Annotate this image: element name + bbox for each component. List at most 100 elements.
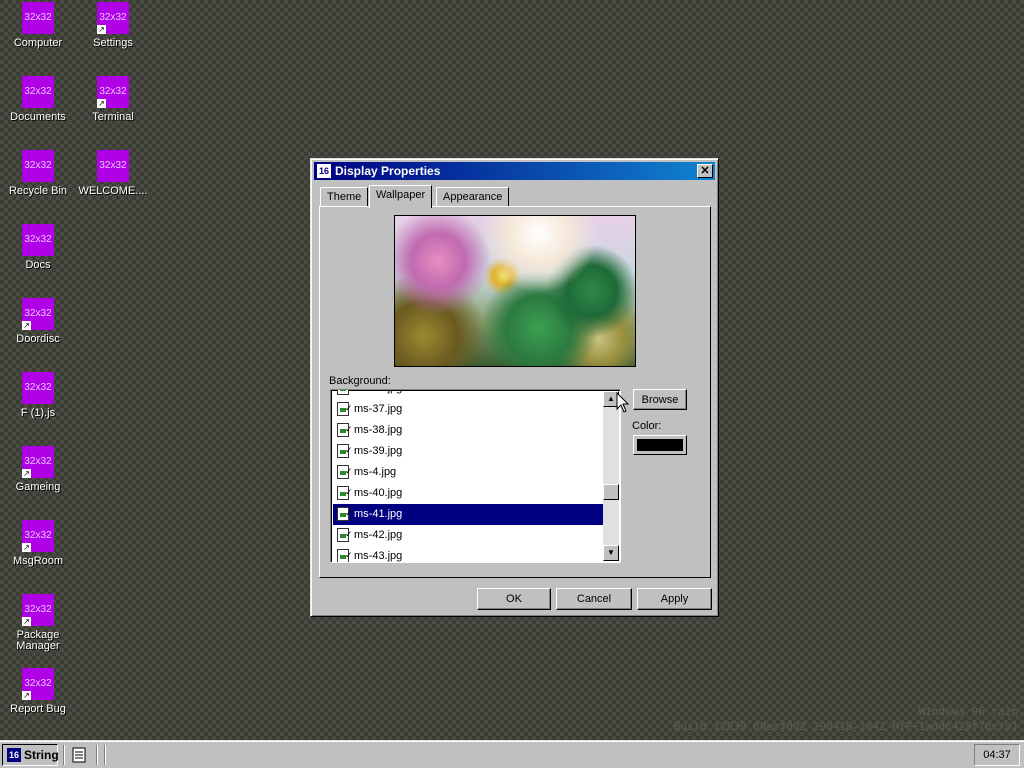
- vertical-scrollbar[interactable]: ▲ ▼: [603, 391, 619, 561]
- desktop-icon-documents[interactable]: 32x32 Documents: [1, 76, 75, 123]
- scroll-down-button[interactable]: ▼: [603, 545, 619, 561]
- apply-button[interactable]: Apply: [637, 588, 712, 610]
- desktop-icon-msgroom[interactable]: 32x32 ↗ MsgRoom: [1, 520, 75, 567]
- close-button[interactable]: ✕: [697, 164, 713, 178]
- desktop-icon-report-bug[interactable]: 32x32 ↗ Report Bug: [1, 668, 75, 715]
- file-name: ms-42.jpg: [354, 529, 403, 541]
- icon-placeholder-text: 32x32: [24, 308, 52, 319]
- list-item[interactable]: ms-4.jpg: [333, 461, 605, 483]
- desktop-icon-settings[interactable]: 32x32 ↗ Settings: [76, 2, 150, 49]
- notepad-quicklaunch-icon[interactable]: [71, 747, 87, 763]
- file-name: ms-39.jpg: [354, 445, 403, 457]
- mouse-cursor-icon: [616, 392, 630, 413]
- welcome-file-icon: 32x32: [97, 150, 129, 182]
- build-watermark-line2: Build 12839 88ecf092 290418-1942 HYP+1ad…: [673, 720, 1018, 733]
- start-button[interactable]: 16 String: [2, 744, 59, 766]
- desktop-icon-computer[interactable]: 32x32 Computer: [1, 2, 75, 49]
- desktop-icon-label: Computer: [13, 37, 63, 49]
- desktop-icon-label: Report Bug: [10, 703, 66, 715]
- image-file-icon: [337, 419, 353, 440]
- icon-placeholder-text: 32x32: [99, 86, 127, 97]
- list-item[interactable]: ms-39.jpg: [333, 440, 605, 462]
- taskbar-separator: [96, 745, 98, 765]
- file-name: ms-41.jpg: [354, 508, 403, 520]
- image-file-icon: [337, 524, 353, 545]
- icon-placeholder-text: 32x32: [99, 160, 127, 171]
- scroll-thumb[interactable]: [603, 484, 619, 500]
- cancel-button[interactable]: Cancel: [556, 588, 632, 610]
- desktop-icon-doordisc[interactable]: 32x32 ↗ Doordisc: [1, 298, 75, 345]
- notepad-icon: [72, 747, 86, 763]
- file-name: ms-40.jpg: [354, 487, 403, 499]
- recycle-bin-icon: 32x32: [22, 150, 54, 182]
- ok-button[interactable]: OK: [477, 588, 551, 610]
- file-name: ms-43.jpg: [354, 550, 403, 562]
- list-item[interactable]: ms-37.jpg: [333, 398, 605, 420]
- shortcut-arrow-icon: ↗: [22, 691, 31, 700]
- tab-appearance[interactable]: Appearance: [436, 187, 510, 207]
- desktop-icon-package-manager[interactable]: 32x32 ↗ Package Manager: [1, 594, 75, 652]
- desktop-icon-docs[interactable]: 32x32 Docs: [1, 224, 75, 271]
- image-file-icon: [337, 390, 353, 398]
- taskbar: 16 String 04:37: [0, 740, 1024, 768]
- background-label: Background:: [329, 375, 391, 387]
- image-file-icon: [337, 461, 353, 482]
- doordisc-icon: 32x32 ↗: [22, 298, 54, 330]
- shortcut-arrow-icon: ↗: [97, 25, 106, 34]
- list-item[interactable]: ms-43.jpg: [333, 545, 605, 562]
- terminal-icon: 32x32 ↗: [97, 76, 129, 108]
- tab-wallpaper[interactable]: Wallpaper: [369, 185, 433, 208]
- tab-theme[interactable]: Theme: [320, 187, 369, 207]
- taskbar-clock[interactable]: 04:37: [974, 744, 1020, 766]
- computer-icon: 32x32: [22, 2, 54, 34]
- build-watermark-line1: Windows 96 rain: [918, 705, 1018, 718]
- wallpaper-preview: [394, 215, 636, 367]
- background-file-list[interactable]: ms-36.jpg ms-37.jpg ms-38.jpg ms-39.jpg …: [330, 389, 621, 563]
- desktop-icon-label: Package Manager: [16, 629, 60, 652]
- shortcut-arrow-icon: ↗: [22, 617, 31, 626]
- image-file-icon: [337, 482, 353, 503]
- display-properties-window: 16 Display Properties ✕ Theme Wallpaper …: [310, 158, 719, 617]
- desktop-icon-terminal[interactable]: 32x32 ↗ Terminal: [76, 76, 150, 123]
- icon-placeholder-text: 32x32: [24, 234, 52, 245]
- image-file-icon: [337, 398, 353, 419]
- color-label: Color:: [632, 420, 662, 432]
- window-title: Display Properties: [335, 164, 441, 178]
- file-name: ms-36.jpg: [354, 390, 402, 399]
- title-bar[interactable]: 16 Display Properties ✕: [314, 162, 715, 180]
- color-swatch-fill: [637, 439, 683, 451]
- icon-placeholder-text: 32x32: [24, 604, 52, 615]
- desktop-icon-label: WELCOME....: [78, 185, 148, 197]
- desktop-icon-label: F (1).js: [20, 407, 56, 419]
- browse-button[interactable]: Browse: [633, 389, 687, 410]
- icon-placeholder-text: 32x32: [24, 12, 52, 23]
- start-button-label: String: [24, 748, 59, 762]
- list-item[interactable]: ms-38.jpg: [333, 419, 605, 441]
- report-bug-icon: 32x32 ↗: [22, 668, 54, 700]
- desktop-icon-label: Documents: [10, 111, 66, 123]
- desktop-icon-f1js[interactable]: 32x32 F (1).js: [1, 372, 75, 419]
- list-item[interactable]: ms-40.jpg: [333, 482, 605, 504]
- desktop-icon-welcome[interactable]: 32x32 WELCOME....: [76, 150, 150, 197]
- desktop-icon-label: Gameing: [15, 481, 61, 493]
- start-icon: 16: [7, 748, 21, 762]
- list-item-selected[interactable]: ms-41.jpg: [333, 503, 605, 525]
- image-file-icon: [337, 440, 353, 461]
- list-item[interactable]: ms-36.jpg: [333, 390, 605, 399]
- desktop-icon-label: Terminal: [92, 111, 134, 123]
- documents-icon: 32x32: [22, 76, 54, 108]
- image-file-icon: [337, 503, 353, 524]
- desktop-icon-label: MsgRoom: [12, 555, 64, 567]
- desktop-icon-gameing[interactable]: 32x32 ↗ Gameing: [1, 446, 75, 493]
- msgroom-icon: 32x32 ↗: [22, 520, 54, 552]
- shortcut-arrow-icon: ↗: [22, 321, 31, 330]
- icon-placeholder-text: 32x32: [24, 86, 52, 97]
- file-name: ms-4.jpg: [354, 466, 397, 478]
- list-item[interactable]: ms-42.jpg: [333, 524, 605, 546]
- taskbar-separator: [104, 745, 106, 765]
- icon-placeholder-text: 32x32: [24, 456, 52, 467]
- desktop-icon-recycle-bin[interactable]: 32x32 Recycle Bin: [1, 150, 75, 197]
- gameing-icon: 32x32 ↗: [22, 446, 54, 478]
- settings-icon: 32x32 ↗: [97, 2, 129, 34]
- color-picker-button[interactable]: [633, 435, 687, 455]
